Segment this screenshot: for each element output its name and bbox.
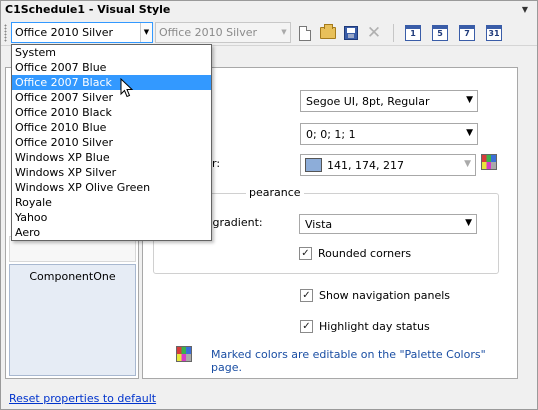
title-bar: C1Schedule1 - Visual Style ▼ [1, 1, 537, 20]
chevron-down-icon: ▼ [281, 28, 287, 36]
visual-style-combo-disabled: Office 2010 Silver ▼ [155, 22, 291, 43]
rounded-corners-checkbox[interactable]: ✓ [299, 247, 312, 260]
rounded-corners-label: Rounded corners [318, 247, 412, 260]
new-document-icon [299, 25, 311, 41]
show-navigation-panels-label: Show navigation panels [319, 289, 450, 302]
gradient-combo[interactable]: Vista ▼ [299, 214, 477, 234]
dropdown-item[interactable]: Office 2010 Silver [12, 135, 211, 150]
save-disk-icon [344, 26, 358, 40]
dropdown-item[interactable]: Aero [12, 225, 211, 240]
visual-style-combo-value: Office 2010 Silver [15, 26, 113, 39]
chevron-down-icon: ▼ [466, 95, 473, 105]
color-combo[interactable]: 141, 174, 217 ▼ [300, 154, 476, 176]
color-combo-value: 141, 174, 217 [327, 159, 404, 172]
calendar-5-icon: 5 [432, 25, 448, 41]
chevron-down-icon: ▼ [464, 159, 471, 169]
window-title: C1Schedule1 - Visual Style [5, 3, 171, 16]
margin-combo[interactable]: 0; 0; 1; 1 ▼ [300, 123, 478, 145]
week-view-button[interactable]: 7 [457, 23, 477, 43]
dropdown-item[interactable]: Office 2010 Black [12, 105, 211, 120]
calendar-7-icon: 7 [459, 25, 475, 41]
toolbar-separator [393, 24, 394, 42]
open-folder-icon [320, 24, 336, 39]
dropdown-item[interactable]: Office 2007 Black [12, 75, 211, 90]
calendar-31-icon: 31 [486, 25, 502, 41]
dropdown-item[interactable]: Windows XP Blue [12, 150, 211, 165]
margin-combo-value: 0; 0; 1; 1 [306, 128, 356, 141]
gradient-combo-value: Vista [305, 218, 333, 231]
delete-icon: ✕ [366, 22, 382, 43]
font-combo[interactable]: Segoe UI, 8pt, Regular ▼ [300, 90, 478, 112]
dropdown-item[interactable]: System [12, 45, 211, 60]
new-button[interactable] [295, 23, 315, 43]
dropdown-item[interactable]: Office 2007 Silver [12, 90, 211, 105]
font-combo-value: Segoe UI, 8pt, Regular [306, 95, 430, 108]
palette-marker-icon [176, 346, 192, 362]
title-chevron-down-icon[interactable]: ▼ [517, 3, 533, 17]
chevron-down-icon: ▼ [465, 218, 472, 228]
component-one-label: ComponentOne [29, 270, 116, 283]
dropdown-item[interactable]: Windows XP Olive Green [12, 180, 211, 195]
reset-properties-link[interactable]: Reset properties to default [9, 392, 156, 405]
palette-colors-note: Marked colors are editable on the "Palet… [211, 348, 486, 374]
color-label: r: [212, 157, 221, 170]
calendar-1-icon: 1 [405, 25, 421, 41]
component-one-tab[interactable]: ComponentOne [9, 264, 136, 376]
visual-style-combo-disabled-value: Office 2010 Silver [159, 26, 257, 39]
chevron-down-icon[interactable]: ▼ [140, 23, 152, 42]
highlight-day-status-label: Highlight day status [319, 320, 430, 333]
chevron-down-icon: ▼ [466, 128, 473, 138]
toolbar: Office 2010 Silver ▼ Office 2010 Silver … [1, 20, 537, 46]
show-navigation-panels-checkbox[interactable]: ✓ [300, 289, 313, 302]
palette-icon[interactable] [481, 154, 497, 170]
delete-button[interactable]: ✕ [364, 23, 384, 43]
save-button[interactable] [341, 23, 361, 43]
visual-style-combo[interactable]: Office 2010 Silver ▼ [11, 22, 153, 43]
appearance-group-title: pearance [246, 186, 304, 199]
dropdown-item[interactable]: Windows XP Silver [12, 165, 211, 180]
dropdown-item[interactable]: Office 2007 Blue [12, 60, 211, 75]
visual-style-dropdown-list[interactable]: System Office 2007 Blue Office 2007 Black O… [11, 44, 212, 241]
color-swatch [305, 158, 322, 172]
mouse-cursor-icon [120, 78, 134, 98]
highlight-day-status-checkbox[interactable]: ✓ [300, 320, 313, 333]
work-week-view-button[interactable]: 5 [430, 23, 450, 43]
one-day-view-button[interactable]: 1 [403, 23, 423, 43]
dropdown-item[interactable]: Yahoo [12, 210, 211, 225]
dropdown-item[interactable]: Office 2010 Blue [12, 120, 211, 135]
toolbar-grip[interactable] [4, 24, 7, 42]
gradient-label: l gradient: [206, 216, 263, 229]
month-view-button[interactable]: 31 [484, 23, 504, 43]
visual-style-window: C1Schedule1 - Visual Style ▼ Office 2010… [0, 0, 538, 410]
dropdown-item[interactable]: Royale [12, 195, 211, 210]
open-button[interactable] [318, 23, 338, 43]
